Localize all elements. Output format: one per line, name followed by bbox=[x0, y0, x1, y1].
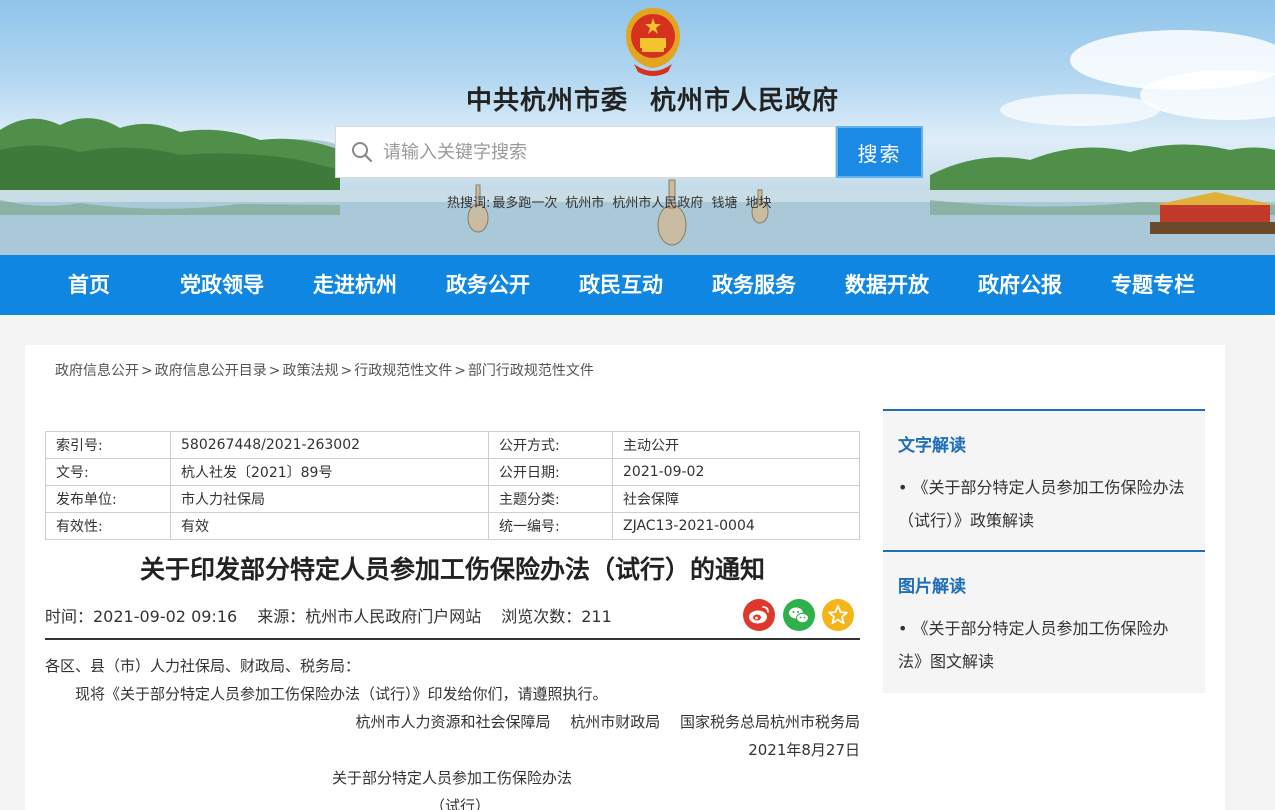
view-count: 浏览次数：211 bbox=[501, 607, 612, 626]
breadcrumb-link[interactable]: 部门行政规范性文件 bbox=[468, 363, 594, 379]
national-emblem-icon bbox=[626, 8, 680, 76]
breadcrumb-separator: > bbox=[268, 363, 281, 379]
meta-value: 580267448/2021-263002 bbox=[170, 431, 489, 459]
meta-key: 统一编号: bbox=[488, 512, 613, 540]
table-row: 发布单位: 市人力社保局 主题分类: 社会保障 bbox=[45, 485, 860, 513]
meta-key: 主题分类: bbox=[488, 485, 613, 513]
title-divider bbox=[45, 638, 860, 640]
hot-word-link[interactable]: 杭州市 bbox=[565, 196, 604, 211]
breadcrumb-link[interactable]: 行政规范性文件 bbox=[354, 363, 452, 379]
publish-time: 时间：2021-09-02 09:16 bbox=[45, 607, 238, 626]
meta-value: 社会保障 bbox=[612, 485, 860, 513]
meta-key: 公开日期: bbox=[488, 458, 613, 486]
site-title: 中共杭州市委 杭州市人民政府 bbox=[0, 80, 1275, 117]
hot-word-link[interactable]: 地块 bbox=[745, 196, 771, 211]
wechat-icon bbox=[789, 607, 809, 624]
search-button[interactable]: 搜索 bbox=[836, 126, 923, 178]
breadcrumb: 政府信息公开 > 政府信息公开目录 > 政策法规 > 行政规范性文件 > 部门行政规范性文件 bbox=[55, 360, 594, 380]
weibo-icon bbox=[749, 606, 769, 624]
meta-value: 市人力社保局 bbox=[170, 485, 489, 513]
favorite-button[interactable] bbox=[822, 599, 854, 631]
article-info: 时间：2021-09-02 09:16 来源：杭州市人民政府门户网站 浏览次数：21… bbox=[45, 603, 612, 627]
breadcrumb-separator: > bbox=[141, 363, 153, 379]
text-interpretation-heading: 文字解读 bbox=[898, 436, 966, 456]
image-interpretation-link[interactable]: • 《关于部分特定人员参加工伤保险办法》图文解读 bbox=[883, 597, 1205, 678]
table-row: 文号: 杭人社发〔2021〕89号 公开日期: 2021-09-02 bbox=[45, 458, 860, 486]
site-title-party: 中共杭州市委 bbox=[465, 86, 628, 116]
image-interpretation-heading: 图片解读 bbox=[898, 577, 966, 597]
nav-item-special[interactable]: 专题专栏 bbox=[1111, 255, 1195, 315]
issuing-organizations: 杭州市人力资源和社会保障局 杭州市财政局 国家税务总局杭州市税务局 bbox=[355, 713, 860, 731]
breadcrumb-link[interactable]: 政策法规 bbox=[282, 363, 338, 379]
attachment-title: 关于部分特定人员参加工伤保险办法 bbox=[332, 769, 573, 787]
issue-date: 2021年8月27日 bbox=[748, 741, 860, 759]
hot-word-link[interactable]: 杭州市人民政府 bbox=[612, 196, 703, 211]
search-box bbox=[335, 126, 836, 178]
nav-item-about[interactable]: 走进杭州 bbox=[313, 255, 397, 315]
hot-search-label: 热搜词: bbox=[447, 196, 491, 211]
wechat-share-button[interactable] bbox=[783, 599, 815, 631]
body-paragraph: 现将《关于部分特定人员参加工伤保险办法（试行）》印发给你们，请遵照执行。 bbox=[75, 685, 608, 703]
breadcrumb-link[interactable]: 政府信息公开目录 bbox=[155, 363, 267, 379]
meta-value: 2021-09-02 bbox=[612, 458, 860, 486]
text-interpretation-panel: 文字解读 • 《关于部分特定人员参加工伤保险办法（试行）》政策解读 bbox=[883, 409, 1205, 549]
search-input[interactable] bbox=[383, 141, 803, 163]
meta-value: 有效 bbox=[170, 512, 489, 540]
nav-item-open-data[interactable]: 数据开放 bbox=[845, 255, 929, 315]
nav-item-leadership[interactable]: 党政领导 bbox=[180, 255, 264, 315]
meta-key: 文号: bbox=[45, 458, 171, 486]
document-meta-table: 索引号: 580267448/2021-263002 公开方式: 主动公开 文号… bbox=[45, 431, 860, 540]
breadcrumb-separator: > bbox=[340, 363, 353, 379]
hot-search-words: 热搜词: 最多跑一次 杭州市 杭州市人民政府 钱塘 地块 bbox=[447, 192, 779, 211]
site-title-government: 杭州市人民政府 bbox=[650, 86, 840, 116]
search-icon bbox=[352, 142, 373, 163]
nav-item-home[interactable]: 首页 bbox=[68, 255, 110, 315]
nav-item-gov-open[interactable]: 政务公开 bbox=[446, 255, 530, 315]
hot-word-link[interactable]: 钱塘 bbox=[711, 196, 737, 211]
nav-item-interaction[interactable]: 政民互动 bbox=[579, 255, 663, 315]
article-source: 来源：杭州市人民政府门户网站 bbox=[257, 607, 482, 626]
attachment-subtitle: （试行） bbox=[430, 797, 491, 810]
hot-word-link[interactable]: 最多跑一次 bbox=[492, 196, 557, 211]
text-interpretation-link[interactable]: • 《关于部分特定人员参加工伤保险办法（试行）》政策解读 bbox=[883, 456, 1205, 537]
meta-key: 发布单位: bbox=[45, 485, 171, 513]
salutation: 各区、县（市）人力社保局、财政局、税务局： bbox=[45, 657, 361, 675]
content-card: 政府信息公开 > 政府信息公开目录 > 政策法规 > 行政规范性文件 > 部门行政规范性文件 索… bbox=[25, 345, 1225, 810]
star-icon bbox=[828, 605, 848, 625]
meta-value: 主动公开 bbox=[612, 431, 860, 459]
meta-key: 索引号: bbox=[45, 431, 171, 459]
nav-item-services[interactable]: 政务服务 bbox=[712, 255, 796, 315]
breadcrumb-separator: > bbox=[454, 363, 466, 379]
meta-value: ZJAC13-2021-0004 bbox=[612, 512, 860, 540]
main-nav: 首页 党政领导 走进杭州 政务公开 政民互动 政务服务 数据开放 政府公报 专题… bbox=[0, 255, 1275, 315]
table-row: 索引号: 580267448/2021-263002 公开方式: 主动公开 bbox=[45, 431, 860, 459]
breadcrumb-link[interactable]: 政府信息公开 bbox=[55, 363, 139, 379]
meta-value: 杭人社发〔2021〕89号 bbox=[170, 458, 489, 486]
article-title: 关于印发部分特定人员参加工伤保险办法（试行）的通知 bbox=[139, 555, 765, 584]
image-interpretation-panel: 图片解读 • 《关于部分特定人员参加工伤保险办法》图文解读 bbox=[883, 550, 1205, 693]
meta-key: 有效性: bbox=[45, 512, 171, 540]
nav-item-gazette[interactable]: 政府公报 bbox=[978, 255, 1062, 315]
table-row: 有效性: 有效 统一编号: ZJAC13-2021-0004 bbox=[45, 512, 860, 540]
weibo-share-button[interactable] bbox=[743, 599, 775, 631]
meta-key: 公开方式: bbox=[488, 431, 613, 459]
header-banner: 中共杭州市委杭州市人民政府 搜索 热搜词:最多跑一次杭州市杭州市人民政府钱塘地块 bbox=[0, 0, 1275, 255]
